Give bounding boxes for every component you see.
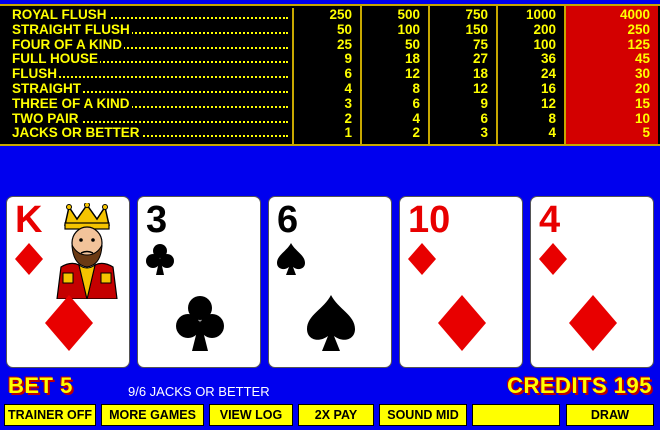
paytable-value: 6	[344, 67, 352, 82]
paytable-value: 5	[642, 126, 650, 141]
paytable-value: 27	[472, 52, 488, 67]
paytable-value: 16	[540, 81, 556, 96]
paytable-value: 45	[634, 52, 650, 67]
diamond-icon	[539, 243, 567, 275]
paytable-value: 12	[540, 96, 556, 111]
paytable-value: 12	[472, 81, 488, 96]
paytable-value: 250	[329, 7, 352, 22]
paytable-column-2-coin: 500 100 50 18 12 8 6 4 2	[362, 6, 430, 144]
diamond-icon	[408, 243, 436, 275]
blank-button[interactable]	[472, 404, 560, 426]
credits-display: CREDITS 195	[507, 373, 652, 398]
paytable-value: 6	[480, 111, 488, 126]
king-face-icon	[56, 203, 118, 299]
card-rank: 6	[277, 199, 299, 241]
paytable-value: 15	[634, 96, 650, 111]
paytable-value: 50	[404, 37, 420, 52]
paytable-value: 6	[412, 96, 420, 111]
paytable-value: 2	[412, 126, 420, 141]
trainer-toggle-button[interactable]: TRAINER OFF	[4, 404, 96, 426]
paytable-value: 18	[472, 67, 488, 82]
paytable-column-3-coin: 750 150 75 27 18 12 9 6 3	[430, 6, 498, 144]
paytable-value: 3	[344, 96, 352, 111]
paytable-hand-row: STRAIGHT	[4, 81, 292, 97]
paytable-hand-row: TWO PAIR	[4, 111, 292, 127]
paytable-value: 20	[634, 81, 650, 96]
card-2[interactable]: 3	[137, 196, 261, 368]
view-log-button[interactable]: VIEW LOG	[209, 404, 293, 426]
paytable-value: 150	[465, 22, 488, 37]
spade-icon	[277, 243, 305, 275]
card-rank: 10	[408, 199, 451, 241]
paytable-value: 30	[634, 67, 650, 82]
paytable-value: 36	[540, 52, 556, 67]
card-rank: 3	[146, 199, 168, 241]
more-games-button[interactable]: MORE GAMES	[101, 404, 204, 426]
paytable-value: 4	[548, 126, 556, 141]
paytable-hand-row: ROYAL FLUSH	[4, 8, 292, 23]
paytable-value: 25	[336, 37, 352, 52]
club-icon	[146, 244, 174, 275]
paytable-value: 4000	[619, 7, 650, 22]
paytable-value: 2	[344, 111, 352, 126]
spade-icon	[307, 295, 355, 351]
card-4[interactable]: 10	[399, 196, 523, 368]
paytable-value: 4	[412, 111, 420, 126]
paytable-value: 1	[344, 126, 352, 141]
paytable-value: 100	[397, 22, 420, 37]
paytable-value: 8	[548, 111, 556, 126]
card-5[interactable]: 4	[530, 196, 654, 368]
game-name: 9/6 JACKS OR BETTER	[128, 384, 270, 399]
paytable-value: 4	[344, 81, 352, 96]
paytable-hand-row: STRAIGHT FLUSH	[4, 22, 292, 38]
paytable-value: 250	[627, 22, 650, 37]
paytable-value: 1000	[525, 7, 556, 22]
paytable-value: 200	[533, 22, 556, 37]
paytable: ROYAL FLUSH STRAIGHT FLUSH FOUR OF A KIN…	[0, 4, 660, 146]
paytable-hand-names: ROYAL FLUSH STRAIGHT FLUSH FOUR OF A KIN…	[4, 8, 294, 144]
paytable-value: 10	[634, 111, 650, 126]
club-icon	[176, 296, 224, 351]
card-rank: K	[15, 199, 43, 241]
paytable-value: 750	[465, 7, 488, 22]
paytable-hand-row: THREE OF A KIND	[4, 96, 292, 112]
card-3[interactable]: 6	[268, 196, 392, 368]
paytable-value: 75	[472, 37, 488, 52]
draw-button[interactable]: DRAW	[566, 404, 654, 426]
paytable-value: 125	[627, 37, 650, 52]
paytable-value: 100	[533, 37, 556, 52]
diamond-icon	[438, 295, 486, 351]
card-rank: 4	[539, 199, 561, 241]
paytable-hand-row: FULL HOUSE	[4, 52, 292, 67]
paytable-value: 500	[397, 7, 420, 22]
paytable-column-5-coin: 4000 250 125 45 30 20 15 10 5	[566, 6, 658, 144]
sound-button[interactable]: SOUND MID	[379, 404, 467, 426]
bet-display: BET 5	[8, 373, 73, 398]
paytable-value: 3	[480, 126, 488, 141]
paytable-value: 9	[480, 96, 488, 111]
paytable-value: 18	[404, 52, 420, 67]
double-pay-button[interactable]: 2X PAY	[298, 404, 374, 426]
paytable-value: 50	[336, 22, 352, 37]
diamond-icon	[569, 295, 617, 351]
paytable-column-1-coin: 250 50 25 9 6 4 3 2 1	[294, 6, 362, 144]
diamond-icon	[45, 295, 93, 351]
paytable-value: 9	[344, 52, 352, 67]
card-1[interactable]: K	[6, 196, 130, 368]
paytable-value: 12	[404, 67, 420, 82]
diamond-icon	[15, 243, 43, 275]
paytable-value: 8	[412, 81, 420, 96]
paytable-hand-row: JACKS OR BETTER	[4, 126, 292, 141]
paytable-hand-row: FLUSH	[4, 67, 292, 82]
paytable-hand-row: FOUR OF A KIND	[4, 37, 292, 53]
paytable-value: 24	[540, 67, 556, 82]
paytable-column-4-coin: 1000 200 100 36 24 16 12 8 4	[498, 6, 566, 144]
